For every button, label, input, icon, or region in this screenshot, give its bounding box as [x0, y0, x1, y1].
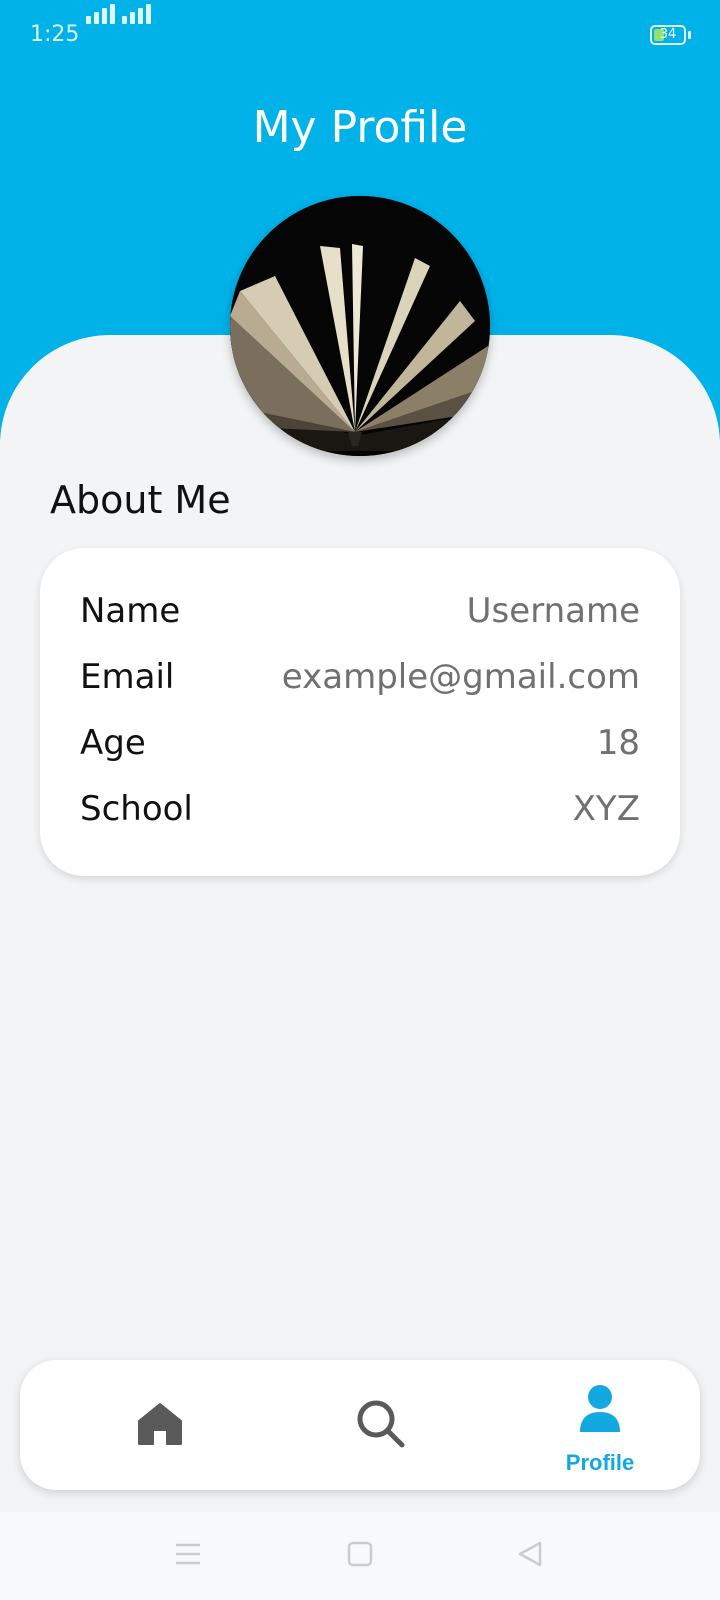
info-row-email: Email example@gmail.com [80, 652, 640, 702]
page-title: My Profile [252, 102, 468, 153]
nav-label-profile: Profile [565, 1450, 635, 1475]
email-value: example@gmail.com [281, 657, 640, 697]
nav-item-search[interactable] [320, 1360, 440, 1490]
system-navigation-bar [0, 1512, 720, 1600]
battery-icon: 34 [650, 25, 686, 45]
nav-item-home[interactable] [100, 1360, 220, 1490]
about-me-heading: About Me [50, 478, 231, 522]
nav-item-profile[interactable]: Profile [540, 1360, 660, 1490]
school-value: XYZ [572, 789, 640, 829]
status-time: 1:25 [30, 22, 80, 47]
about-me-card: Name Username Email example@gmail.com Ag… [40, 548, 680, 876]
back-icon[interactable] [516, 1540, 544, 1568]
book-image [230, 196, 490, 456]
email-label: Email [80, 657, 175, 697]
bottom-navigation: Profile [20, 1360, 700, 1490]
home-icon [138, 1403, 182, 1445]
name-value: Username [466, 591, 640, 631]
home-square-icon[interactable] [346, 1540, 374, 1568]
profile-icon [580, 1385, 620, 1432]
menu-icon[interactable] [174, 1540, 202, 1568]
info-row-name: Name Username [80, 586, 640, 636]
profile-avatar[interactable] [230, 196, 490, 456]
school-label: School [80, 789, 193, 829]
battery-level: 34 [659, 27, 677, 42]
age-value: 18 [596, 723, 640, 763]
search-icon [357, 1400, 405, 1448]
status-bar: 1:25 34 [0, 0, 720, 72]
info-row-age: Age 18 [80, 718, 640, 768]
info-row-school: School XYZ [80, 784, 640, 834]
name-label: Name [80, 591, 181, 631]
age-label: Age [80, 723, 146, 763]
battery-tip [688, 31, 691, 39]
